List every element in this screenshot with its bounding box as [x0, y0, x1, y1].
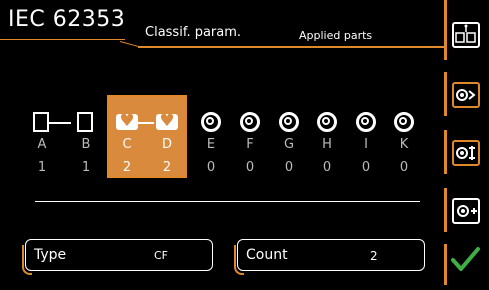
- swap-group-icon: [452, 140, 480, 166]
- part-group-value: 0: [322, 160, 332, 175]
- part-label: C: [122, 137, 132, 152]
- add-part-button[interactable]: [444, 186, 489, 236]
- part-label: F: [246, 137, 254, 152]
- body-heart-type-icon: [452, 22, 480, 48]
- standard-title: IEC 62353: [8, 7, 126, 32]
- part-group-value: 0: [399, 160, 409, 175]
- header-underline-left: [0, 39, 125, 40]
- tab-applied-parts[interactable]: Applied parts: [299, 29, 372, 42]
- count-value: 2: [370, 249, 378, 263]
- part-group-value: 0: [361, 160, 371, 175]
- part-group-value: 0: [206, 160, 216, 175]
- header-underline-right: [138, 46, 444, 48]
- part-label: I: [364, 137, 368, 152]
- body-heart-type-button[interactable]: [444, 12, 489, 62]
- part-group-value: 2: [122, 160, 132, 175]
- unused-terminal-icon: [279, 112, 299, 132]
- part-label: D: [161, 137, 172, 152]
- count-field-accent: [234, 245, 244, 275]
- confirm-check-icon: [451, 247, 480, 271]
- part-label: E: [206, 137, 216, 152]
- header-underline-slope: [119, 41, 140, 48]
- type-label: Type: [34, 247, 67, 263]
- tab-classification-parameters[interactable]: Classif. param.: [145, 25, 241, 40]
- type-value: CF: [154, 249, 169, 262]
- part-group-value: 0: [245, 160, 255, 175]
- unused-terminal-icon: [201, 112, 221, 132]
- body-part-icon: [33, 112, 49, 132]
- swap-group-button[interactable]: [444, 128, 489, 178]
- part-group-value: 1: [37, 160, 47, 175]
- type-field[interactable]: Type CF: [25, 239, 213, 271]
- type-field-accent: [22, 245, 32, 275]
- unused-terminal-icon: [394, 112, 414, 132]
- next-group-icon: [452, 82, 480, 108]
- body-part-icon: [77, 112, 93, 132]
- part-group-value: 0: [284, 160, 294, 175]
- part-label: A: [37, 137, 47, 152]
- count-field[interactable]: Count 2: [237, 239, 425, 271]
- heart-part-icon: [156, 111, 178, 131]
- next-group-button[interactable]: [444, 70, 489, 120]
- add-part-icon: [452, 198, 480, 224]
- confirm-button[interactable]: [444, 240, 489, 290]
- part-label: K: [399, 137, 409, 152]
- unused-terminal-icon: [356, 112, 376, 132]
- sidebar: [444, 0, 489, 285]
- unused-terminal-icon: [240, 112, 260, 132]
- part-label: H: [322, 137, 332, 152]
- unused-terminal-icon: [317, 112, 337, 132]
- heart-part-icon: [116, 111, 138, 131]
- section-divider: [35, 201, 420, 202]
- part-group-value: 2: [162, 160, 172, 175]
- count-label: Count: [246, 247, 288, 263]
- part-group-value: 1: [81, 160, 91, 175]
- part-label: B: [81, 137, 91, 152]
- part-label: G: [283, 137, 295, 152]
